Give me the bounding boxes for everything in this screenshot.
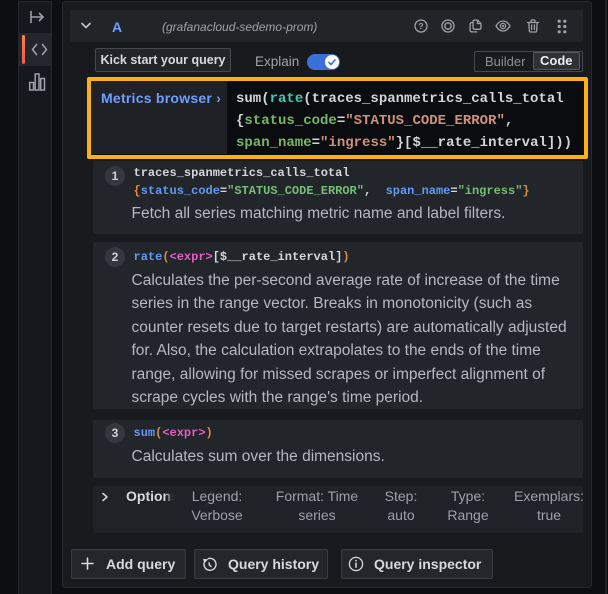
svg-text:?: ? (418, 21, 423, 31)
